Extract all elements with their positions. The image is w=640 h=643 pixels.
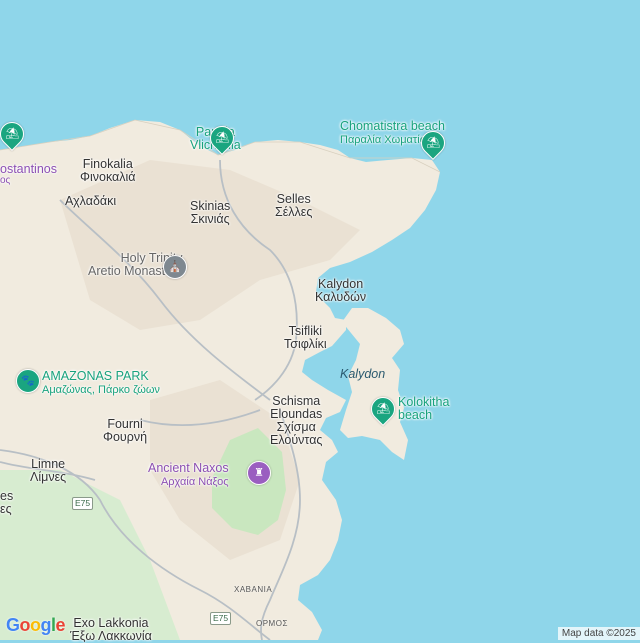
map-attribution[interactable]: Map data ©2025: [557, 627, 640, 640]
zoo-marker[interactable]: 🐾: [16, 369, 40, 393]
place-kolokitha-line2: beach: [398, 408, 433, 423]
monastery-icon: ⛪: [168, 260, 182, 273]
place-selles-name-greek: Σέλλες: [275, 205, 313, 220]
place-amazonas-name-greek: Αμαζώνας, Πάρκο ζώων: [42, 384, 160, 397]
beach-icon: ⛱: [5, 127, 19, 140]
place-skinias[interactable]: Skinias Σκινιάς: [190, 199, 231, 227]
place-exo-lakkonia[interactable]: Exo Lakkonia Έξω Λακκωνία: [70, 616, 152, 643]
place-ancient-naxos-name-greek: Αρχαία Νάξος: [160, 476, 229, 489]
place-exo-lakkonia-name: Exo Lakkonia: [73, 616, 149, 630]
logo-letter-o2: o: [30, 615, 41, 635]
place-amazonas-name: AMAZONAS PARK: [42, 369, 149, 383]
place-limnes-left-name: es: [0, 489, 14, 503]
place-selles[interactable]: Selles Σέλλες: [275, 192, 313, 220]
place-exo-lakkonia-name-greek: Έξω Λακκωνία: [70, 629, 152, 643]
place-schisma-line4: Ελούντας: [270, 433, 323, 448]
place-skinias-name-greek: Σκινιάς: [190, 212, 230, 227]
place-konstantinos-name-greek: ος: [0, 175, 11, 187]
place-limne-name-greek: Λίμνες: [30, 470, 67, 485]
place-tsifliki-name-greek: Τσιφλίκι: [284, 337, 327, 352]
ruins-icon: ♜: [254, 466, 264, 479]
beach-icon: ⛱: [215, 131, 229, 144]
place-kalydon-name: Kalydon: [317, 277, 364, 291]
place-kolokitha-beach[interactable]: Kolokitha beach: [398, 395, 450, 423]
ruins-marker[interactable]: ♜: [247, 461, 271, 485]
road-shield-e75-top: E75: [72, 497, 94, 510]
place-limne[interactable]: Limne Λίμνες: [30, 457, 67, 485]
place-limnes-left[interactable]: es ες: [0, 489, 14, 517]
google-logo[interactable]: Google: [6, 615, 66, 636]
beach-icon: ⛱: [376, 402, 390, 415]
place-limnes-left-name-greek: ες: [0, 502, 12, 517]
place-fourni-name: Fourni: [107, 417, 143, 431]
zoo-icon: 🐾: [21, 374, 35, 387]
place-tsifliki-name: Tsifliki: [288, 324, 323, 338]
place-konstantinos[interactable]: ostantinos ος: [0, 162, 57, 187]
kalydon-peninsula: [340, 308, 408, 460]
place-kalydon-name-greek: Καλυδών: [315, 290, 367, 305]
place-fourni[interactable]: Fourni Φουρνή: [103, 417, 148, 445]
place-tsifliki[interactable]: Tsifliki Τσιφλίκι: [284, 324, 327, 352]
logo-letter-g: G: [6, 615, 20, 635]
place-konstantinos-name: ostantinos: [0, 162, 57, 176]
place-selles-name: Selles: [276, 192, 311, 206]
place-schisma-eloundas[interactable]: Schisma Eloundas Σχίσμα Ελούντας: [270, 394, 323, 448]
town-chavania[interactable]: ΧΑΒΑΝΙΑ: [234, 585, 272, 594]
place-kalydon-island-name: Kalydon: [340, 367, 386, 381]
logo-letter-g2: g: [40, 615, 52, 635]
map-canvas[interactable]: [0, 0, 640, 640]
place-skinias-name: Skinias: [190, 199, 231, 213]
logo-letter-e: e: [55, 615, 66, 635]
road-shield-e75-bottom: E75: [210, 612, 232, 625]
place-limne-name: Limne: [31, 457, 66, 471]
place-finokalia-name-greek: Φινοκαλιά: [80, 170, 136, 185]
beach-icon: ⛱: [426, 136, 440, 149]
place-achladaki[interactable]: Αχλαδάκι: [65, 194, 117, 208]
place-amazonas-park[interactable]: AMAZONAS PARK Αμαζώνας, Πάρκο ζώων: [42, 369, 160, 397]
place-finokalia[interactable]: Finokalia Φινοκαλιά: [80, 157, 136, 185]
place-ancient-naxos[interactable]: Ancient Naxos Αρχαία Νάξος: [148, 461, 229, 489]
monastery-marker[interactable]: ⛪: [163, 255, 187, 279]
place-kolokitha-line1: Kolokitha: [398, 395, 450, 409]
logo-letter-o1: o: [19, 615, 31, 635]
place-fourni-name-greek: Φουρνή: [103, 430, 148, 445]
place-kalydon-island[interactable]: Kalydon: [340, 367, 386, 381]
town-ormos[interactable]: ΟΡΜΟΣ: [256, 619, 288, 628]
place-achladaki-name: Αχλαδάκι: [65, 194, 117, 208]
place-schisma-line1: Schisma: [272, 394, 321, 408]
place-ancient-naxos-name: Ancient Naxos: [148, 461, 229, 475]
place-finokalia-name: Finokalia: [82, 157, 133, 171]
place-kalydon-village[interactable]: Kalydon Καλυδών: [315, 277, 367, 305]
